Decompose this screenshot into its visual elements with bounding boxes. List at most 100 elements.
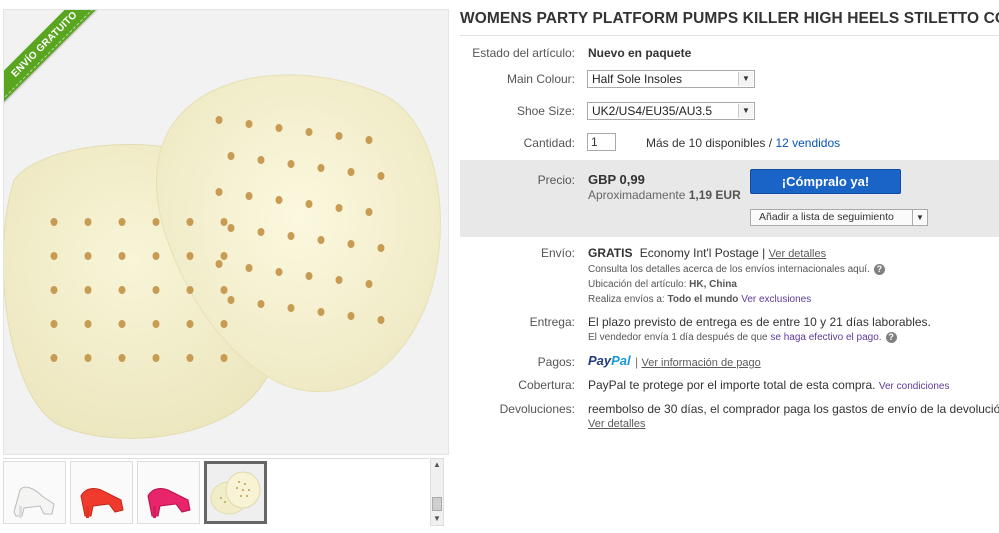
price-value: GBP 0,99 — [588, 172, 645, 187]
ships-to-value: Todo el mundo — [667, 294, 739, 305]
perforation-hole — [227, 224, 235, 232]
perforation-hole — [287, 304, 295, 312]
thumbnail-white-pump[interactable] — [3, 461, 66, 524]
paypal-logo-pal: Pal — [611, 353, 631, 368]
perforation-hole — [50, 320, 58, 328]
perforation-hole — [335, 204, 343, 212]
perforation-hole — [365, 208, 373, 216]
perforation-hole — [84, 218, 92, 226]
main-colour-label: Main Colour: — [506, 72, 575, 86]
scroll-down-icon[interactable]: ▼ — [431, 513, 443, 525]
thumbnail-scrollbar[interactable]: ▲ ▼ — [430, 458, 444, 526]
price-label: Precio: — [537, 173, 575, 187]
buy-it-now-button[interactable]: ¡Cómpralo ya! — [750, 169, 901, 194]
perforation-hole — [50, 286, 58, 294]
perforation-hole — [118, 286, 126, 294]
perforation-hole — [275, 124, 283, 132]
qty-divider: / — [765, 136, 776, 150]
approx-label: Aproximadamente — [588, 188, 686, 202]
payments-label: Pagos: — [537, 355, 575, 369]
perforation-hole — [152, 252, 160, 260]
pink-pump-image — [147, 488, 191, 518]
perforation-hole — [118, 320, 126, 328]
perforation-hole — [186, 320, 194, 328]
perforation-hole — [152, 320, 160, 328]
perforation-hole — [118, 252, 126, 260]
perforation-hole — [215, 260, 223, 268]
perforation-hole — [186, 218, 194, 226]
perforation-hole — [186, 252, 194, 260]
shipping-divider: | — [758, 246, 769, 260]
thumbnail-insoles[interactable] — [204, 461, 267, 524]
delivery-text: El plazo previsto de entrega es de entre… — [588, 315, 931, 329]
perforation-hole — [305, 128, 313, 136]
chevron-down-icon[interactable]: ▼ — [912, 210, 927, 225]
perforation-hole — [245, 264, 253, 272]
perforation-hole — [220, 320, 228, 328]
chevron-down-icon: ▼ — [738, 104, 753, 118]
coverage-line: PayPal te protege por el importe total d… — [588, 378, 949, 392]
perforation-hole — [317, 164, 325, 172]
perforation-hole — [335, 276, 343, 284]
chevron-down-icon: ▼ — [738, 72, 753, 86]
perforation-hole — [50, 252, 58, 260]
returns-label: Devoluciones: — [499, 402, 575, 416]
shipping-details-link[interactable]: Ver detalles — [769, 248, 826, 260]
perforation-hole — [50, 354, 58, 362]
perforation-hole — [152, 286, 160, 294]
quantity-label: Cantidad: — [523, 136, 575, 150]
perforation-hole — [227, 296, 235, 304]
ships-to: Realiza envíos a: Todo el mundo Ver excl… — [588, 294, 811, 305]
scroll-thumb[interactable] — [432, 497, 442, 511]
main-product-image[interactable]: ENVÍO GRATUITO — [3, 9, 449, 455]
perforation-hole — [220, 286, 228, 294]
main-colour-selected: Half Sole Insoles — [592, 72, 683, 86]
returns-link-wrap: Ver detalles — [588, 416, 645, 430]
delivery-label: Entrega: — [529, 315, 575, 329]
perforation-hole — [152, 218, 160, 226]
delivery-note-link[interactable]: se haga efectivo el pago. — [770, 332, 881, 343]
coverage-label: Cobertura: — [518, 378, 575, 392]
perforation-hole — [220, 252, 228, 260]
shoe-size-selected: UK2/US4/EU35/AU3.5 — [592, 104, 713, 118]
perforation-hole — [377, 316, 385, 324]
payment-info-link[interactable]: Ver información de pago — [641, 357, 760, 369]
paypal-logo: PayPal — [588, 353, 631, 368]
scroll-up-icon[interactable]: ▲ — [431, 459, 443, 471]
perforation-hole — [305, 272, 313, 280]
thumbnail-strip — [3, 458, 429, 527]
shoe-size-select[interactable]: UK2/US4/EU35/AU3.5 ▼ — [587, 102, 755, 120]
exclusions-link[interactable]: Ver exclusiones — [741, 294, 811, 305]
shipping-line: GRATIS Economy Int'l Postage | Ver detal… — [588, 246, 826, 260]
add-to-watchlist-button[interactable]: Añadir a lista de seguimiento ▼ — [750, 209, 928, 226]
perforation-hole — [257, 300, 265, 308]
perforation-hole — [347, 240, 355, 248]
thumbnail-red-pump[interactable] — [70, 461, 133, 524]
perforation-hole — [335, 132, 343, 140]
perforation-hole — [84, 320, 92, 328]
ships-to-label: Realiza envíos a: — [588, 294, 665, 305]
perforation-hole — [305, 200, 313, 208]
perforation-hole — [287, 160, 295, 168]
insoles-thumb-image — [207, 464, 264, 521]
thumbnail-pink-pump[interactable] — [137, 461, 200, 524]
quantity-input[interactable]: 1 — [587, 133, 616, 151]
help-icon[interactable]: ? — [885, 332, 897, 343]
perforation-hole — [317, 308, 325, 316]
delivery-note-text: El vendedor envía 1 día después de que — [588, 332, 768, 344]
returns-details-link[interactable]: Ver detalles — [588, 418, 645, 430]
main-colour-select[interactable]: Half Sole Insoles ▼ — [587, 70, 755, 88]
perforation-hole — [84, 286, 92, 294]
location-label: Ubicación del artículo: — [588, 279, 687, 290]
returns-text: reembolso de 30 días, el comprador paga … — [588, 402, 999, 416]
help-icon[interactable]: ? — [873, 264, 885, 275]
sold-link[interactable]: 12 vendidos — [775, 136, 840, 150]
perforation-hole — [50, 218, 58, 226]
shipping-label: Envío: — [540, 246, 575, 260]
perforation-hole — [365, 280, 373, 288]
perforation-hole — [287, 232, 295, 240]
location-value: HK, China — [689, 279, 737, 290]
coverage-link[interactable]: Ver condiciones — [879, 381, 950, 392]
perforation-hole — [365, 136, 373, 144]
shoe-size-label: Shoe Size: — [516, 104, 575, 118]
